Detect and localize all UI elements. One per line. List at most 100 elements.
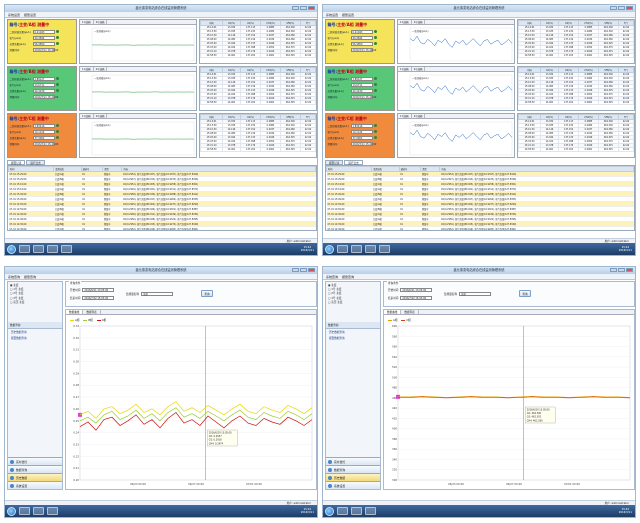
status-panel: 箱号:主变/A相 测量中 二氧化碳含量(μL/L) 0.21043 氢气(μL/L) 4… (7, 19, 77, 64)
menu-item[interactable]: 系统设置 (8, 12, 20, 17)
taskbar-app-icon[interactable] (47, 245, 58, 253)
tooltip-line: CO: 462.300 (527, 412, 542, 415)
chart-tab[interactable]: 1号油箱 (398, 67, 412, 71)
monitor-row: 箱号:主变/A相 测量中 二氧化碳含量(μL/L) 0.21043 氢气(μL/L) 4… (325, 19, 635, 64)
chart-tab[interactable]: 2号油箱 (94, 114, 108, 118)
taskbar-app-icon[interactable] (337, 507, 348, 515)
tooltip-line: CH4: 462.280 (527, 419, 543, 422)
taskbar-app-icon[interactable] (365, 245, 376, 253)
start-button[interactable] (7, 506, 16, 516)
minimize-button[interactable] (292, 268, 299, 272)
menu-item[interactable]: 系统设置 (326, 12, 338, 17)
maximize-button[interactable] (618, 268, 625, 272)
y-tick-label: 0.33 (73, 324, 79, 328)
table-row[interactable]: 14:58:50 14.061 137.202 0.2961 462.345 42.00 (518, 53, 634, 58)
chart-tab[interactable]: 2号油箱 (412, 20, 426, 24)
table-row[interactable]: 14:58:50 14.061 137.202 0.2961 462.345 42.00 (518, 100, 634, 105)
taskbar-app-icon[interactable] (351, 507, 362, 515)
menu-item[interactable]: 系统查询 (8, 274, 20, 279)
taskbar-app-icon[interactable] (33, 245, 44, 253)
chart-tab[interactable]: 2号油箱 (94, 20, 108, 24)
chart-tab[interactable]: 1号油箱 (398, 20, 412, 24)
taskbar-app-icon[interactable] (47, 507, 58, 515)
tree-node[interactable]: ▢ 高压 主变 (328, 301, 378, 305)
chart-tab[interactable]: 1号油箱 (80, 20, 94, 24)
nav-button[interactable]: 实时监控 (8, 457, 62, 465)
status-dot-icon (55, 136, 59, 139)
maximize-button[interactable] (618, 6, 625, 10)
menu-item[interactable]: 报警设置 (342, 12, 354, 17)
end-time-input[interactable]: 2016/7/22 15:03:00 (400, 296, 433, 300)
status-dot-icon (373, 130, 377, 133)
query-button[interactable]: 查询 (519, 290, 531, 297)
taskbar-app-icon[interactable] (33, 507, 44, 515)
nav-button[interactable]: 历史数据 (8, 473, 62, 481)
field-value: 44.4230 (350, 88, 373, 93)
nav-button[interactable]: 系统设置 (326, 481, 380, 489)
chart-tab[interactable]: 2号油箱 (412, 67, 426, 71)
table-row[interactable]: 14:58:50 14.061 137.202 0.2961 462.345 42.00 (518, 147, 634, 152)
nav-button[interactable]: 系统设置 (8, 481, 62, 489)
table-row[interactable]: 14:58:50 14.061 137.202 0.2961 462.345 42.00 (200, 53, 316, 58)
nav-button[interactable]: 实时监控 (326, 457, 380, 465)
field-value: 2016/3/11 15:44:00 (350, 94, 377, 99)
type-select[interactable]: 全部 (140, 292, 173, 296)
status-dot-icon (55, 42, 59, 45)
end-time-input[interactable]: 2016/7/22 15:03:00 (82, 296, 115, 300)
menu-item[interactable]: 报警查询 (342, 274, 354, 279)
side-link[interactable]: 报警数据查询 (326, 335, 380, 341)
monitor-row: 箱号:主变/A相 测量中 二氧化碳含量(μL/L) 0.21043 氢气(μL/L) 4… (7, 19, 317, 64)
panel-header: 箱号:主变/B相 测量中 (10, 69, 75, 75)
menu-item[interactable]: 报警设置 (24, 12, 36, 17)
table-row[interactable]: 14:58:50 14.061 137.202 0.2961 462.345 42.00 (200, 100, 316, 105)
start-time-input[interactable]: 2016/6/21 13:05:00 (400, 288, 433, 292)
chart-tab[interactable]: 1号油箱 (80, 67, 94, 71)
monitor-row: 箱号:主变/C相 测量中 二氧化碳含量(μL/L) 1.83416 氢气(μL/L) 1… (325, 113, 635, 158)
taskbar-app-icon[interactable] (19, 507, 30, 515)
minimize-button[interactable] (610, 6, 617, 10)
taskbar-app-icon[interactable] (379, 245, 390, 253)
field-value: 56.4850 (350, 41, 373, 46)
nav-button[interactable]: 数据查询 (326, 465, 380, 473)
menu-item[interactable]: 报警查询 (24, 274, 36, 279)
y-tick-label: 600 (392, 324, 397, 328)
log-row[interactable]: 07-01 14:39:09 主变/C相 01 测量中 CO(0.2952), 氢气含量… (8, 226, 316, 230)
taskbar-app-icon[interactable] (61, 245, 72, 253)
status-dot-icon (373, 136, 377, 139)
maximize-button[interactable] (300, 268, 307, 272)
minimize-button[interactable] (292, 6, 299, 10)
panel-name: 主变/C相 (337, 115, 354, 121)
close-button[interactable] (308, 6, 315, 10)
tree-node[interactable]: ▢ 高压 主变 (10, 301, 60, 305)
y-tick-label: 440 (392, 406, 397, 410)
type-select[interactable]: 全部 (458, 292, 491, 296)
query-button[interactable]: 查询 (201, 290, 213, 297)
query-sidebar: ▣ 主变 ▢ 1号 主变 ▢ 2号 主变 ▢ 3号 主变 ▢ 高压 主变 数据查询… (7, 281, 63, 490)
close-button[interactable] (308, 268, 315, 272)
chart-tab[interactable]: 2号油箱 (412, 114, 426, 118)
chart-tab[interactable]: 2号油箱 (94, 67, 108, 71)
taskbar-app-icon[interactable] (365, 507, 376, 515)
start-button[interactable] (325, 244, 334, 254)
field-value: 1.89127 (32, 76, 55, 81)
taskbar-app-icon[interactable] (19, 245, 30, 253)
chart-tab[interactable]: 1号油箱 (80, 114, 94, 118)
taskbar-app-icon[interactable] (351, 245, 362, 253)
log-row[interactable]: 07-01 14:39:09 主变/C相 01 测量中 CO(0.2952), 氢气含量… (326, 226, 634, 230)
nav-button[interactable]: 历史数据 (326, 473, 380, 481)
menu-item[interactable]: 系统查询 (326, 274, 338, 279)
table-cell: 137.202 (557, 147, 580, 152)
taskbar-app-icon[interactable] (337, 245, 348, 253)
close-button[interactable] (626, 268, 633, 272)
table-row[interactable]: 14:58:50 14.061 137.202 0.2961 462.345 42.00 (200, 147, 316, 152)
start-button[interactable] (7, 244, 16, 254)
data-table: 时间 CO(%) O2(%) CH4(%) SF6(%) T(°) 15:14:01 13.9… (199, 19, 317, 64)
close-button[interactable] (626, 6, 633, 10)
start-button[interactable] (325, 506, 334, 516)
maximize-button[interactable] (300, 6, 307, 10)
chart-tab[interactable]: 1号油箱 (398, 114, 412, 118)
minimize-button[interactable] (610, 268, 617, 272)
start-time-input[interactable]: 2016/6/21 13:05:00 (82, 288, 115, 292)
nav-button[interactable]: 数据查询 (8, 465, 62, 473)
side-link[interactable]: 报警数据查询 (8, 335, 62, 341)
